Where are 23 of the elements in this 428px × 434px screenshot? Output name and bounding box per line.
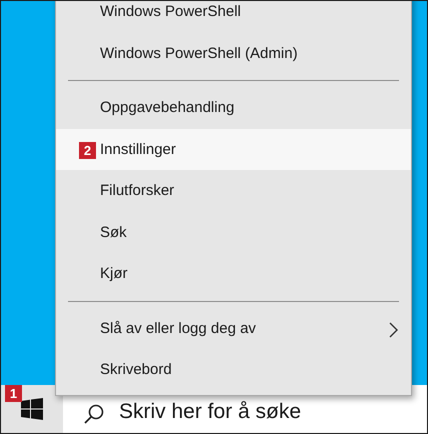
menu-item-label: Skrivebord <box>100 361 172 378</box>
menu-item[interactable]: Windows PowerShell <box>56 1 411 32</box>
menu-item-label: Windows PowerShell <box>100 3 241 20</box>
menu-item[interactable]: Kjør <box>56 253 411 294</box>
menu-item-label: Slå av eller logg deg av <box>100 320 256 337</box>
menu-item[interactable]: Slå av eller logg deg av <box>56 308 411 349</box>
menu-item-label: Filutforsker <box>100 182 174 200</box>
windows-icon <box>21 398 43 420</box>
menu-item-label: Søk <box>100 224 127 241</box>
menu-item[interactable]: Søk <box>56 212 411 253</box>
menu-item-label: Oppgavebehandling <box>100 99 234 116</box>
menu-item-label: Kjør <box>100 265 128 282</box>
menu-item[interactable]: 2 Innstillinger <box>56 128 411 170</box>
menu-item-label: Innstillinger <box>100 140 176 158</box>
menu-item[interactable]: Oppgavebehandling <box>56 87 411 128</box>
menu-item[interactable]: Windows PowerShell (Admin) <box>56 32 411 74</box>
number-badge: 2 <box>79 142 96 158</box>
search-icon <box>83 403 105 425</box>
search-field[interactable]: Skriv her for å søke <box>117 399 421 425</box>
menu-item-label: Windows PowerShell (Admin) <box>100 44 298 62</box>
chevron-right-icon <box>389 322 399 338</box>
number-badge: 1 <box>5 385 22 402</box>
menu-item[interactable]: Filutforsker <box>56 170 411 212</box>
